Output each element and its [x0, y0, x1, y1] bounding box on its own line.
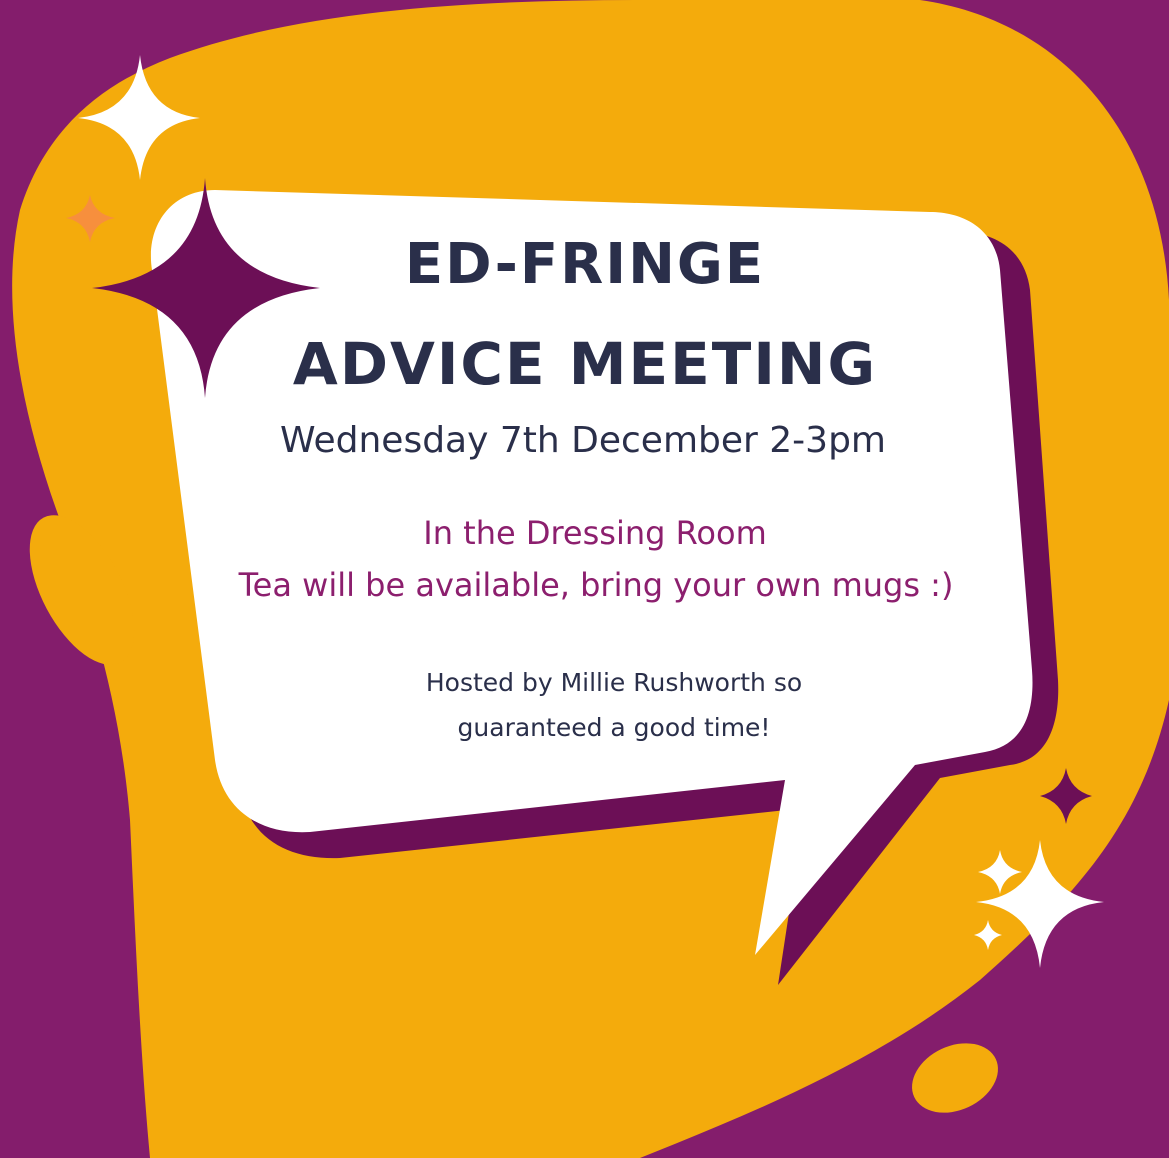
event-date-time: Wednesday 7th December 2-3pm [280, 420, 886, 461]
event-title-line-1: ED-FRINGE [404, 232, 766, 297]
event-poster: ED-FRINGE ADVICE MEETING Wednesday 7th D… [0, 0, 1169, 1158]
event-title-line-2: ADVICE MEETING [292, 330, 878, 398]
event-location: In the Dressing Room [423, 514, 767, 552]
poster-text: ED-FRINGE ADVICE MEETING Wednesday 7th D… [0, 0, 1169, 1158]
event-host-line-1: Hosted by Millie Rushworth so [425, 668, 803, 697]
event-host-line-2: guaranteed a good time! [457, 713, 771, 742]
event-tea-note: Tea will be available, bring your own mu… [238, 566, 954, 604]
